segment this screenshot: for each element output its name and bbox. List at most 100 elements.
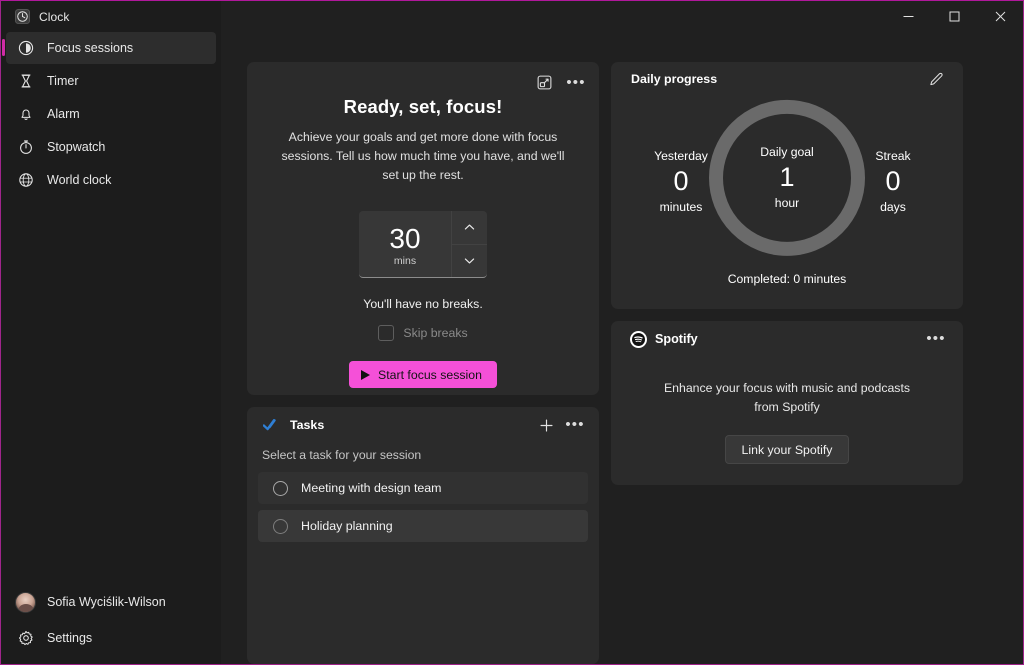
- spotify-description: Enhance your focus with music and podcas…: [625, 357, 949, 417]
- spotify-name: Spotify: [655, 332, 698, 346]
- stat-label: Streak: [851, 149, 935, 163]
- sidebar-item-account[interactable]: Sofia Wyciślik-Wilson: [6, 584, 216, 620]
- daily-progress-title: Daily progress: [631, 72, 717, 86]
- close-icon[interactable]: [977, 1, 1023, 32]
- title-bar-drag-area: [221, 1, 885, 32]
- task-label: Holiday planning: [301, 519, 393, 533]
- task-list-item[interactable]: Meeting with design team: [258, 472, 588, 504]
- focus-sessions-icon: [17, 40, 34, 57]
- minimize-icon[interactable]: [885, 1, 931, 32]
- edit-pencil-icon[interactable]: [923, 67, 949, 92]
- task-checkbox-circle-icon[interactable]: [273, 481, 288, 496]
- stat-unit: hour: [775, 196, 799, 210]
- world-clock-globe-icon: [17, 172, 34, 189]
- daily-progress-header: Daily progress: [625, 62, 949, 96]
- duration-unit: mins: [394, 255, 416, 267]
- tasks-header: Tasks •••: [258, 407, 588, 443]
- window-title: Clock: [39, 10, 70, 24]
- tasks-card: Tasks ••• Select a task for your session: [247, 407, 599, 664]
- tasks-actions: •••: [533, 413, 588, 438]
- stat-value: 0: [851, 163, 935, 200]
- mini-view-icon[interactable]: [531, 70, 557, 95]
- tasks-title: Tasks: [290, 418, 324, 432]
- link-spotify-button[interactable]: Link your Spotify: [725, 435, 850, 464]
- daily-goal-ring: Daily goal 1 hour: [709, 100, 865, 256]
- spotify-header: Spotify •••: [625, 321, 949, 357]
- alarm-bell-icon: [17, 106, 34, 123]
- sidebar-item-world-clock[interactable]: World clock: [6, 164, 216, 196]
- duration-value: 30: [389, 224, 420, 254]
- plus-icon[interactable]: [533, 413, 559, 438]
- more-dots: •••: [566, 78, 585, 88]
- breaks-info-text: You'll have no breaks.: [269, 278, 577, 311]
- left-column: ••• Ready, set, focus! Achieve your goal…: [247, 62, 599, 664]
- sidebar-item-settings[interactable]: Settings: [6, 622, 216, 654]
- more-options-icon[interactable]: •••: [563, 70, 589, 95]
- stat-yesterday: Yesterday 0 minutes: [639, 149, 723, 214]
- sidebar-item-label: World clock: [47, 173, 111, 187]
- title-bar: Clock: [1, 1, 1023, 32]
- window-controls: [885, 1, 1023, 32]
- navigation-sidebar: Focus sessions Timer: [1, 32, 221, 664]
- play-icon: [361, 370, 370, 380]
- sidebar-item-stopwatch[interactable]: Stopwatch: [6, 131, 216, 163]
- sidebar-item-label: Timer: [47, 74, 78, 88]
- tasks-subtitle: Select a task for your session: [258, 443, 588, 472]
- more-dots: •••: [926, 334, 945, 344]
- clock-app-window: Clock: [0, 0, 1024, 665]
- stat-label: Yesterday: [639, 149, 723, 163]
- duration-value-area[interactable]: 30 mins: [359, 211, 451, 277]
- maximize-icon[interactable]: [931, 1, 977, 32]
- chevron-up-icon[interactable]: [452, 211, 487, 244]
- sidebar-item-alarm[interactable]: Alarm: [6, 98, 216, 130]
- sidebar-item-focus-sessions[interactable]: Focus sessions: [6, 32, 216, 64]
- daily-progress-stats: Yesterday 0 minutes Daily goal 1 hour St…: [625, 96, 949, 266]
- account-name: Sofia Wyciślik-Wilson: [47, 595, 166, 609]
- stat-label: Daily goal: [760, 145, 814, 159]
- spotify-card: Spotify ••• Enhance your focus with musi…: [611, 321, 963, 485]
- chevron-down-icon[interactable]: [452, 244, 487, 278]
- skip-breaks-checkbox[interactable]: [378, 325, 394, 341]
- skip-breaks-label: Skip breaks: [403, 326, 467, 340]
- stat-streak: Streak 0 days: [851, 149, 935, 214]
- stat-value: 1: [779, 159, 794, 196]
- window-body: Focus sessions Timer: [1, 32, 1023, 664]
- stepper-buttons: [451, 211, 487, 277]
- stat-unit: days: [851, 200, 935, 214]
- stat-unit: minutes: [639, 200, 723, 214]
- sidebar-item-label: Stopwatch: [47, 140, 105, 154]
- focus-session-card: ••• Ready, set, focus! Achieve your goal…: [247, 62, 599, 395]
- skip-breaks-row[interactable]: Skip breaks: [269, 311, 577, 341]
- daily-progress-card: Daily progress Yesterday 0 minutes: [611, 62, 963, 309]
- spotify-icon: [630, 331, 647, 348]
- stat-value: 0: [639, 163, 723, 200]
- right-column: Daily progress Yesterday 0 minutes: [611, 62, 963, 664]
- completed-minutes-text: Completed: 0 minutes: [625, 266, 949, 286]
- gear-icon: [17, 630, 34, 647]
- sidebar-bottom-section: Sofia Wyciślik-Wilson Settings: [1, 584, 221, 664]
- microsoft-to-do-check-icon: [262, 417, 279, 434]
- avatar: [15, 592, 36, 613]
- more-dots: •••: [565, 420, 584, 430]
- more-options-icon[interactable]: •••: [923, 327, 949, 352]
- duration-spinner-wrapper: 30 mins: [269, 185, 577, 278]
- more-options-icon[interactable]: •••: [562, 413, 588, 438]
- focus-card-actions: •••: [531, 70, 589, 95]
- stopwatch-icon: [17, 139, 34, 156]
- task-list-item[interactable]: Holiday planning: [258, 510, 588, 542]
- focus-card-subtitle: Achieve your goals and get more done wit…: [269, 118, 577, 185]
- sidebar-item-label: Alarm: [47, 107, 80, 121]
- clock-icon: [14, 9, 30, 25]
- duration-stepper[interactable]: 30 mins: [359, 211, 487, 278]
- start-button-label: Start focus session: [378, 368, 482, 382]
- settings-label: Settings: [47, 631, 92, 645]
- sidebar-item-timer[interactable]: Timer: [6, 65, 216, 97]
- main-content: ••• Ready, set, focus! Achieve your goal…: [221, 32, 1023, 664]
- task-label: Meeting with design team: [301, 481, 442, 495]
- spotify-button-row: Link your Spotify: [625, 417, 949, 464]
- start-button-row: Start focus session: [269, 341, 577, 388]
- nav-list: Focus sessions Timer: [1, 32, 221, 196]
- sidebar-item-label: Focus sessions: [47, 41, 133, 55]
- task-checkbox-circle-icon[interactable]: [273, 519, 288, 534]
- start-focus-session-button[interactable]: Start focus session: [349, 361, 497, 388]
